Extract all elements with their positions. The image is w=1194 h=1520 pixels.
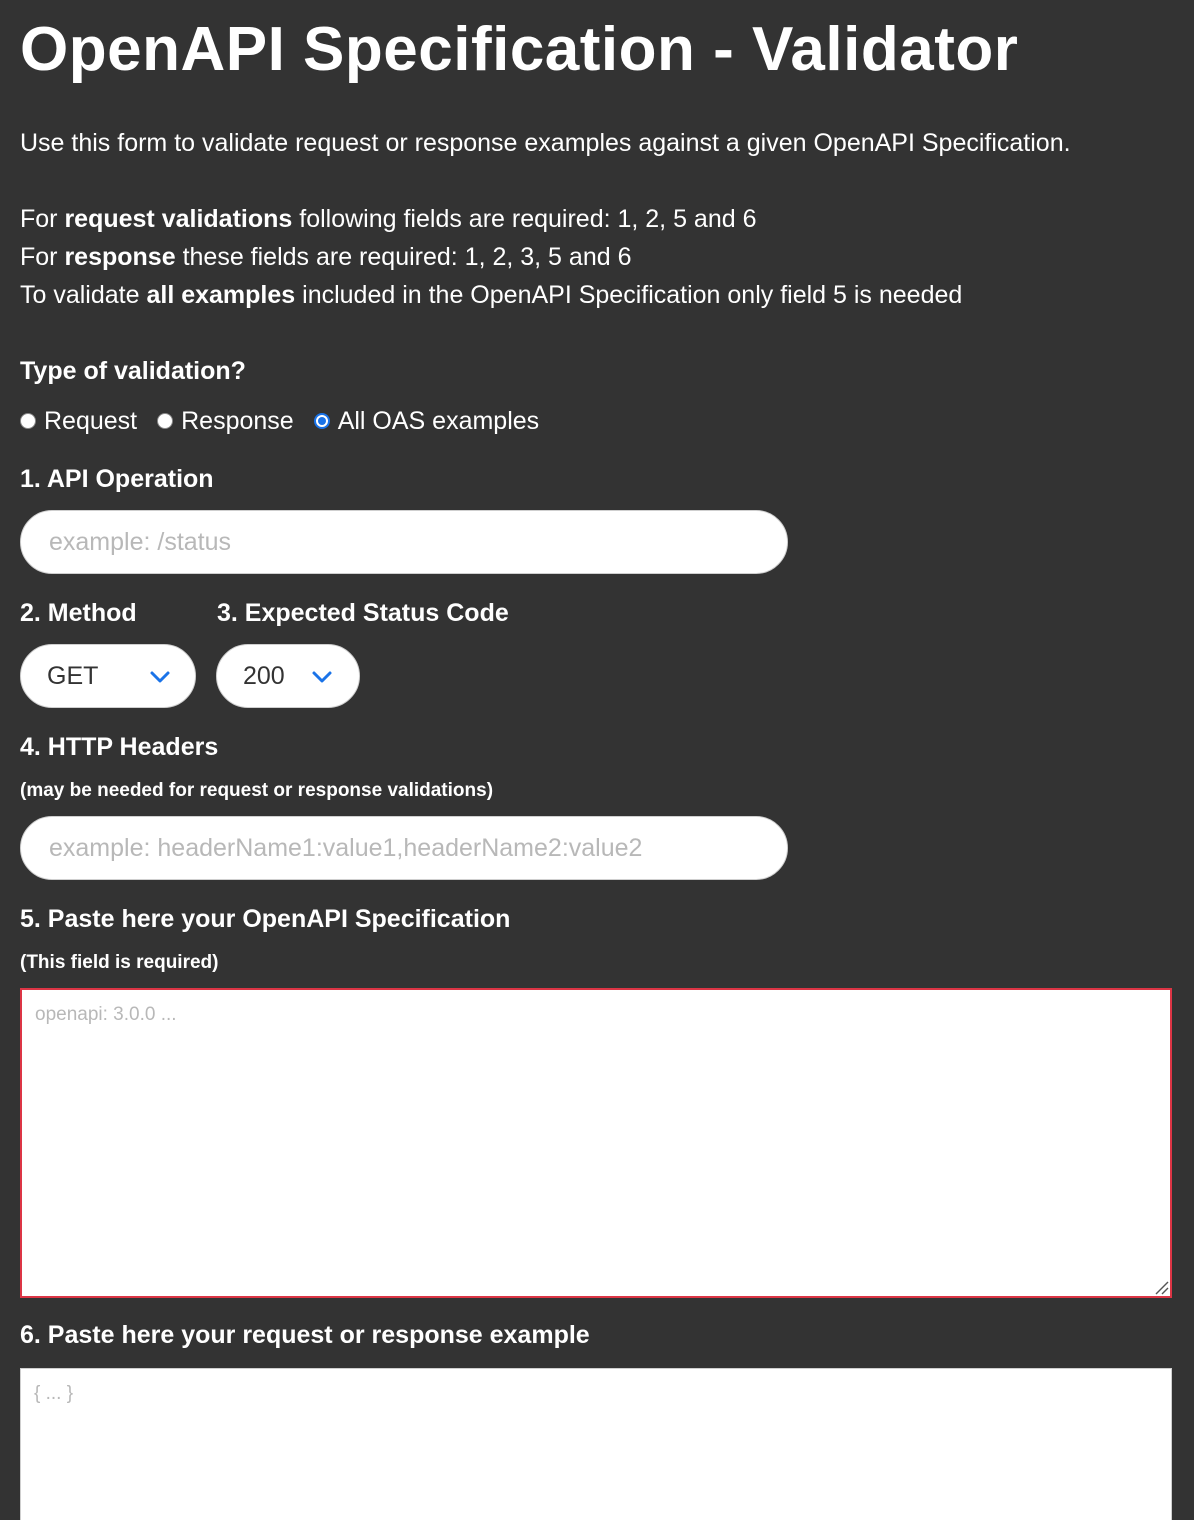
response-requirements: For response these fields are required: … <box>20 240 631 274</box>
all-req-bold: all examples <box>146 281 296 309</box>
page-title: OpenAPI Specification - Validator <box>20 15 1019 84</box>
resize-handle-icon[interactable] <box>1153 1279 1169 1295</box>
all-req-rest: included in the OpenAPI Specification on… <box>295 281 963 309</box>
radio-request-circle[interactable] <box>20 413 36 429</box>
api-operation-label: 1. API Operation <box>20 465 214 493</box>
example-label: 6. Paste here your request or response e… <box>20 1321 590 1349</box>
radio-all-oas-examples-circle[interactable] <box>313 413 330 429</box>
all-examples-requirements: To validate all examples included in the… <box>20 278 962 312</box>
request-req-rest: following fields are required: 1, 2, 5 a… <box>292 205 757 233</box>
status-code-select-value: 200 <box>243 661 285 690</box>
http-headers-label: 4. HTTP Headers <box>20 733 219 761</box>
response-req-rest: these fields are required: 1, 2, 3, 5 an… <box>175 243 632 271</box>
response-req-bold: response <box>64 243 176 271</box>
intro-text: Use this form to validate request or res… <box>20 129 1071 157</box>
radio-response[interactable]: Response <box>157 407 294 436</box>
validation-type-radio-group: Request Response All OAS examples <box>20 404 559 438</box>
chevron-down-icon <box>150 671 170 683</box>
request-req-prefix: For <box>20 205 65 233</box>
all-req-prefix: To validate <box>20 281 147 309</box>
radio-response-circle[interactable] <box>157 413 174 429</box>
http-headers-note: (may be needed for request or response v… <box>20 780 494 801</box>
response-req-prefix: For <box>20 243 65 271</box>
radio-all-oas-examples-label: All OAS examples <box>337 406 540 435</box>
api-operation-input[interactable] <box>20 510 788 574</box>
method-select-value: GET <box>47 661 99 690</box>
request-requirements: For request validations following fields… <box>20 202 757 236</box>
radio-all-oas-examples[interactable]: All OAS examples <box>313 406 540 436</box>
request-req-bold: request validations <box>64 205 293 233</box>
radio-request-label: Request <box>44 406 138 435</box>
status-code-select[interactable]: 200 <box>216 644 360 708</box>
chevron-down-icon <box>312 671 332 683</box>
radio-response-label: Response <box>181 406 294 435</box>
validation-type-label: Type of validation? <box>20 357 246 385</box>
example-textarea[interactable] <box>20 1368 1172 1520</box>
spec-label: 5. Paste here your OpenAPI Specification <box>20 905 511 933</box>
method-label: 2. Method <box>20 599 137 627</box>
radio-request[interactable]: Request <box>20 407 137 436</box>
method-select[interactable]: GET <box>20 644 196 708</box>
spec-required-note: (This field is required) <box>20 952 219 973</box>
status-code-label: 3. Expected Status Code <box>217 599 509 627</box>
openapi-spec-textarea[interactable] <box>20 988 1172 1298</box>
http-headers-input[interactable] <box>20 816 788 880</box>
validator-page: OpenAPI Specification - Validator Use th… <box>0 0 1194 1520</box>
